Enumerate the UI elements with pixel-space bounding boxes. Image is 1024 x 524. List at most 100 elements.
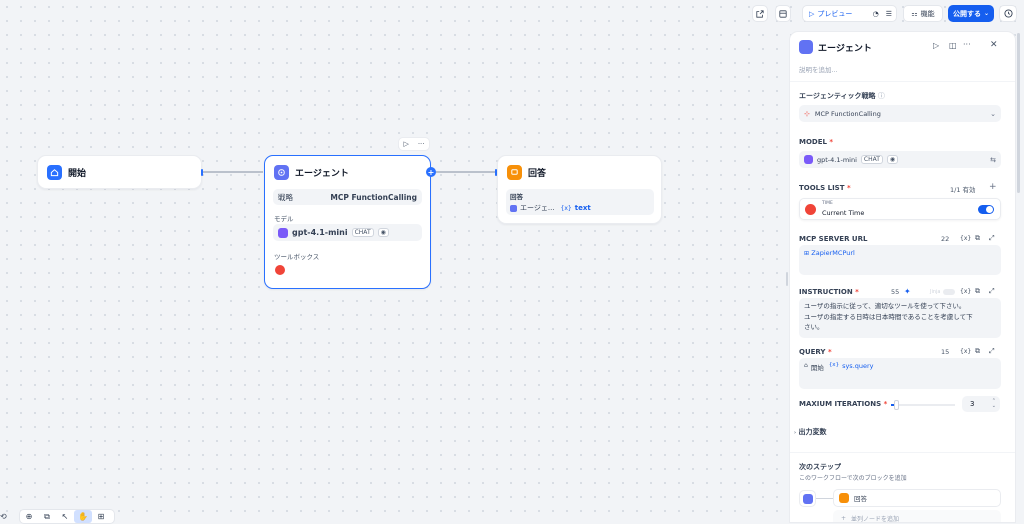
home-icon (47, 165, 62, 180)
undo-icon[interactable]: ⟲ (0, 512, 7, 521)
publish-label: 公開する (952, 9, 981, 18)
mcp-section-label: MCP SERVER URL (799, 235, 868, 243)
panel-resize-handle[interactable] (786, 272, 788, 286)
agent-strategy-row: 戦略 MCP FunctionCalling (273, 189, 422, 205)
publish-button[interactable]: 公開する ⌄ (948, 5, 994, 22)
tool-item[interactable]: TIME Current Time (799, 198, 1001, 220)
features-icon: ⚏ (911, 9, 918, 18)
stepper-icon[interactable]: ⌃ ⌄ (992, 399, 996, 409)
var-icon: {x} (828, 362, 840, 368)
more-icon[interactable]: ··· (418, 140, 425, 148)
answer-node[interactable]: 回答 回答 エージェ... {x} text (497, 155, 662, 224)
answer-field: 回答 エージェ... {x} text (506, 189, 654, 215)
model-select-name: gpt-4.1-mini (817, 155, 857, 164)
canvas-toolbar: ⊕ ⧉ ↖ ✋ ⊞ (19, 509, 115, 524)
hand-icon[interactable]: ✋ (74, 510, 92, 523)
mcp-count: 22 (941, 235, 950, 243)
agent-node[interactable]: エージェント 戦略 MCP FunctionCalling モデル gpt-4.… (264, 155, 431, 289)
settings-sliders-icon[interactable]: ⇆ (990, 156, 996, 164)
instruction-line: さい。 (804, 323, 824, 331)
query-count: 15 (941, 348, 950, 356)
instruction-textarea[interactable]: ユーザの指示に従って、適切なツールを使って下さい。 ユーザの指定する日時は日本時… (799, 298, 1001, 338)
panel-divider (790, 81, 1015, 82)
model-select[interactable]: gpt-4.1-mini CHAT ◉ ⇆ (799, 151, 1001, 168)
panel-description-input[interactable]: 説明を追加... (799, 64, 838, 74)
expand-icon[interactable]: ⤢ (989, 234, 995, 243)
connector-line (816, 498, 833, 499)
insert-var-icon[interactable]: {x} (960, 288, 971, 295)
query-node: 開始 (810, 364, 824, 372)
tool-name: Current Time (822, 209, 865, 217)
toolbox-label: ツールボックス (274, 253, 320, 261)
agent-node-add-button[interactable]: + (426, 167, 436, 177)
jinja-label: Jinja (930, 289, 941, 295)
strategy-section-label: エージェンティック戦略 ⓘ (799, 92, 885, 100)
output-vars-toggle[interactable]: › 出力変数 (794, 427, 827, 437)
chevron-right-icon: › (794, 430, 797, 436)
panel-close-icon[interactable]: ✕ (990, 40, 998, 50)
iterations-value: 3 (970, 400, 975, 408)
sparkle-icon[interactable]: ✦ (904, 287, 911, 296)
add-note-icon[interactable]: ⧉ (38, 510, 56, 523)
model-tag: CHAT (351, 228, 374, 237)
pointer-icon[interactable]: ↖ (56, 510, 74, 523)
answer-ref-var: text (574, 204, 591, 212)
panel-run-icon[interactable]: ▷ (933, 41, 939, 50)
home-icon: ⌂ (804, 362, 808, 369)
organize-icon[interactable]: ⊞ (92, 510, 110, 523)
list-check-icon[interactable]: ☰ (886, 10, 892, 18)
insert-var-icon[interactable]: {x} (960, 348, 971, 355)
chevron-down-icon: ⌄ (983, 10, 990, 17)
mcp-url-value: ZapierMCPurl (811, 249, 855, 257)
model-section-label: MODEL * (799, 138, 834, 146)
copy-icon[interactable]: ⧉ (975, 234, 980, 243)
next-step-desc: このワークフローで次のブロックを追加 (799, 475, 907, 482)
run-node-icon[interactable]: ▷ (403, 140, 408, 148)
answer-ref-node: エージェ... (520, 204, 555, 212)
panel-title[interactable]: エージェント (818, 41, 872, 54)
clock-icon (805, 204, 816, 215)
start-node[interactable]: 開始 (37, 155, 202, 189)
add-parallel-label: 並列ノードを追加 (851, 515, 900, 523)
model-label: モデル (274, 215, 294, 223)
version-history-button[interactable] (999, 5, 1017, 22)
add-tool-icon[interactable]: + (989, 182, 997, 192)
add-block-icon[interactable]: ⊕ (20, 510, 38, 523)
panel-divider (790, 452, 1015, 453)
slider-thumb[interactable] (894, 400, 899, 410)
next-node-item[interactable]: 回答 (833, 489, 1001, 507)
checklist-icon[interactable]: ◔ (873, 10, 879, 18)
play-icon: ▷ (809, 9, 815, 18)
jinja-toggle[interactable]: Jinja (930, 289, 955, 295)
time-tool-icon (275, 265, 285, 275)
start-node-title: 開始 (68, 169, 87, 179)
panel-doc-icon[interactable]: ◫ (949, 41, 957, 50)
tool-provider: TIME (822, 201, 833, 206)
copy-icon[interactable]: ⧉ (975, 347, 980, 356)
agent-icon (274, 165, 289, 180)
instruction-count: 55 (891, 288, 900, 296)
panel-more-icon[interactable]: ··· (963, 40, 971, 49)
expand-icon[interactable]: ⤢ (989, 287, 995, 296)
start-node-source-handle[interactable] (201, 169, 203, 176)
copy-icon[interactable]: ⧉ (975, 287, 980, 296)
iterations-slider[interactable] (891, 400, 955, 410)
insert-var-icon[interactable]: {x} (960, 235, 971, 242)
add-parallel-button[interactable]: + 並列ノードを追加 (833, 510, 1001, 523)
agent-node-toolbar: ▷ ··· (398, 137, 430, 151)
panel-scrollbar[interactable] (1017, 33, 1020, 193)
preview-button[interactable]: ▷ プレビュー ◔ ☰ (802, 5, 897, 22)
query-input[interactable]: ⌂ 開始 {x} sys.query (799, 358, 1001, 389)
answer-node-title: 回答 (528, 169, 547, 179)
eye-icon: ◉ (377, 228, 389, 237)
strategy-select[interactable]: ⊹ MCP FunctionCalling ⌄ (799, 105, 1001, 122)
features-button[interactable]: ⚏ 機能 (903, 5, 943, 22)
answer-icon (507, 165, 522, 180)
help-icon: ⓘ (877, 92, 885, 100)
output-vars-label: 出力変数 (798, 428, 827, 436)
iterations-input[interactable]: 3 ⌃ ⌄ (962, 396, 1000, 412)
instruction-section-label: INSTRUCTION * (799, 288, 859, 296)
expand-icon[interactable]: ⤢ (989, 347, 995, 356)
mcp-url-input[interactable]: ⊞ ZapierMCPurl (799, 245, 1001, 275)
tool-toggle[interactable] (978, 205, 994, 214)
